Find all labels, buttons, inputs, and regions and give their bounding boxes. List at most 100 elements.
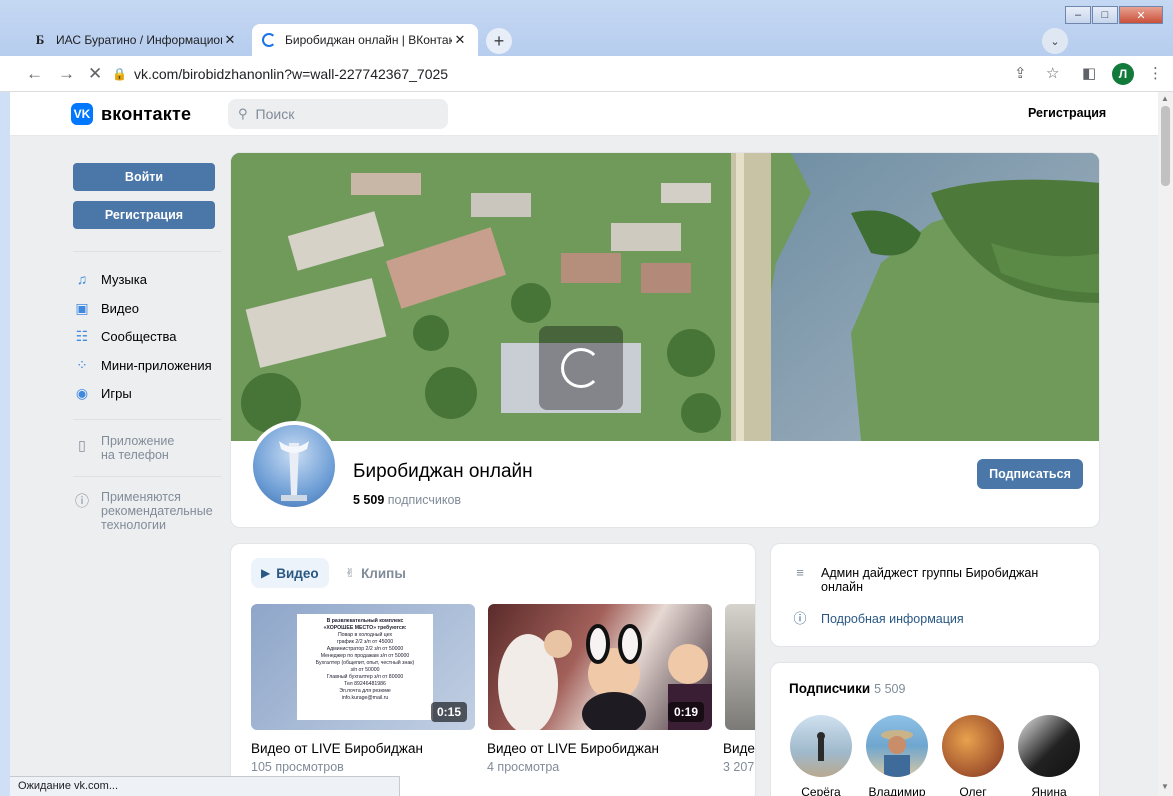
video-thumbnail-1[interactable]: В развлекательный комплекс «ХОРОШЕЕ МЕСТ… [251,604,475,730]
scrollbar-thumb[interactable] [1161,106,1170,186]
login-button[interactable]: Войти [73,163,215,191]
group-cover-image[interactable] [231,153,1099,441]
menu-item-communities[interactable]: ☷ Сообщества [73,327,177,345]
share-icon[interactable]: ⇪ [1014,64,1027,82]
ias-favicon-icon: Б [35,32,45,47]
subscriber-item[interactable]: Олег [941,715,1005,796]
menu-divider [73,476,221,477]
window-close-button[interactable]: ✕ [1119,6,1163,24]
vk-logo[interactable]: VK вконтакте [71,103,191,125]
address-bar[interactable]: 🔒 vk.com/birobidzhanonlin?w=wall-2277423… [112,61,1002,87]
video-thumbnail-2[interactable]: 0:19 [488,604,712,730]
tab-clips[interactable]: ✌ Клипы [345,558,406,588]
video-title[interactable]: Видео от LIVE Биробиджан [251,741,423,756]
vk-header: VK вконтакте ⚲ Поиск Регистрация [10,92,1158,136]
forward-icon[interactable]: → [58,64,75,84]
poster-line: Тел 89246481986 [344,681,386,687]
browser-tab-ias[interactable]: Б ИАС Буратино / Информационн ✕ [22,24,248,56]
browser-status-bar: Ожидание vk.com... [10,776,400,796]
tab-clips-label: Клипы [361,565,406,581]
page-scrollbar[interactable]: ▲ ▼ [1158,92,1173,796]
tab-close-icon[interactable]: ✕ [452,32,468,48]
tab-videos[interactable]: ▶ Видео [251,558,329,588]
vk-logo-text: вконтакте [101,103,192,124]
profile-avatar[interactable]: Л [1112,63,1134,85]
poster-line: Менеджер по продажам з/п от 50000 [320,653,410,659]
group-name: Биробиджан онлайн [353,461,533,482]
subscriber-name: Янина [1031,785,1067,796]
video-title[interactable]: Виде [723,741,755,756]
search-input[interactable]: ⚲ Поиск [228,99,448,129]
video-duration: 0:19 [667,702,704,722]
poster-line: Эл.почта для резюме [339,688,391,694]
new-tab-button[interactable]: + [486,28,512,54]
browser-tab-vk[interactable]: Биробиджан онлайн | ВКонтакте ✕ [252,24,478,56]
info-circle-icon: ⓘ [75,493,89,509]
browser-menu-icon[interactable]: ⋮ [1148,64,1163,82]
subscribers-card: Подписчики 5 509 Серёга Владимир Олег Яни… [770,662,1100,796]
info-circle-icon: ⓘ [793,611,807,626]
video-thumbnail-3[interactable] [725,604,755,730]
subscriber-avatar [1018,715,1080,777]
mobile-app-link[interactable]: ▯ Приложение на телефон [73,434,174,462]
subscribers-heading: Подписчики [789,681,871,696]
side-panel-icon[interactable]: ◧ [1082,64,1096,82]
more-info-link[interactable]: ⓘ Подробная информация [791,611,963,627]
music-icon: ♫ [76,271,88,287]
subscriber-name: Серёга [801,785,841,796]
clips-icon: ✌ [345,566,356,580]
video-loading-overlay [539,326,623,410]
stop-loading-icon[interactable]: ✕ [88,64,102,84]
minimize-button[interactable]: – [1065,6,1091,24]
tab-videos-label: Видео [276,565,319,581]
subscriber-item[interactable]: Янина [1017,715,1081,796]
video-views: 3 207 [723,760,755,774]
poster-line: Администратор 2/2 з/п от 50000 [326,646,404,652]
menu-item-games[interactable]: ◉ Игры [73,384,132,402]
video-views: 4 просмотра [487,760,560,774]
group-description: ≡ Админ дайджест группы Биробиджан онлай… [791,566,1038,595]
city-aerial-illustration [231,153,1099,441]
poster-line: info.kurage@mail.ru [341,695,389,701]
menu-item-label: Сообщества [101,328,177,344]
menu-item-label: Мини-приложения [101,357,212,373]
subscriber-item[interactable]: Владимир [865,715,929,796]
subscriber-avatar [866,715,928,777]
video-duration: 0:15 [430,702,467,722]
subscriber-name: Владимир [868,785,926,796]
header-register-link[interactable]: Регистрация [1028,106,1106,120]
video-icon: ▣ [75,299,89,316]
vk-logo-icon: VK [71,103,93,125]
subscribe-button[interactable]: Подписаться [977,459,1083,489]
loading-spinner-icon [262,33,276,47]
subscriber-avatar [942,715,1004,777]
recommendation-tech-note[interactable]: ⓘ Применяются рекомендательные технологи… [73,490,213,532]
window-controls: – □ ✕ [1064,6,1163,24]
scroll-up-icon[interactable]: ▲ [1161,94,1169,103]
tab-search-button[interactable]: ⌄ [1042,28,1068,54]
group-avatar[interactable] [249,421,339,511]
scroll-down-icon[interactable]: ▼ [1161,782,1169,791]
maximize-button[interactable]: □ [1092,6,1118,24]
menu-item-music[interactable]: ♫ Музыка [73,270,147,288]
menu-item-video[interactable]: ▣ Видео [73,299,139,317]
subscriber-item[interactable]: Серёга [789,715,853,796]
bookmark-star-icon[interactable]: ☆ [1046,64,1059,82]
videos-block: ▶ Видео ✌ Клипы В развлекательный компле… [230,543,756,796]
group-subscribers: 5 509 подписчиков [353,493,461,507]
mobile-app-line: Приложение [101,434,175,448]
menu-item-mini-apps[interactable]: ⁘ Мини-приложения [73,356,212,374]
mobile-app-line: на телефон [101,448,169,462]
video-title[interactable]: Видео от LIVE Биробиджан [487,741,659,756]
subscribers-word: подписчиков [387,493,462,507]
tab-title: Биробиджан онлайн | ВКонтакте [285,33,452,47]
tech-note-line: рекомендательные [101,504,213,518]
tab-close-icon[interactable]: ✕ [222,32,238,48]
menu-divider [73,251,221,252]
person-silhouette-icon [817,732,825,761]
poster-line: Главный бухгалтер з/п от 80000 [326,674,404,680]
search-placeholder: Поиск [255,106,295,122]
register-button[interactable]: Регистрация [73,201,215,229]
back-icon[interactable]: ← [26,64,43,84]
subscribers-title[interactable]: Подписчики 5 509 [789,681,905,696]
